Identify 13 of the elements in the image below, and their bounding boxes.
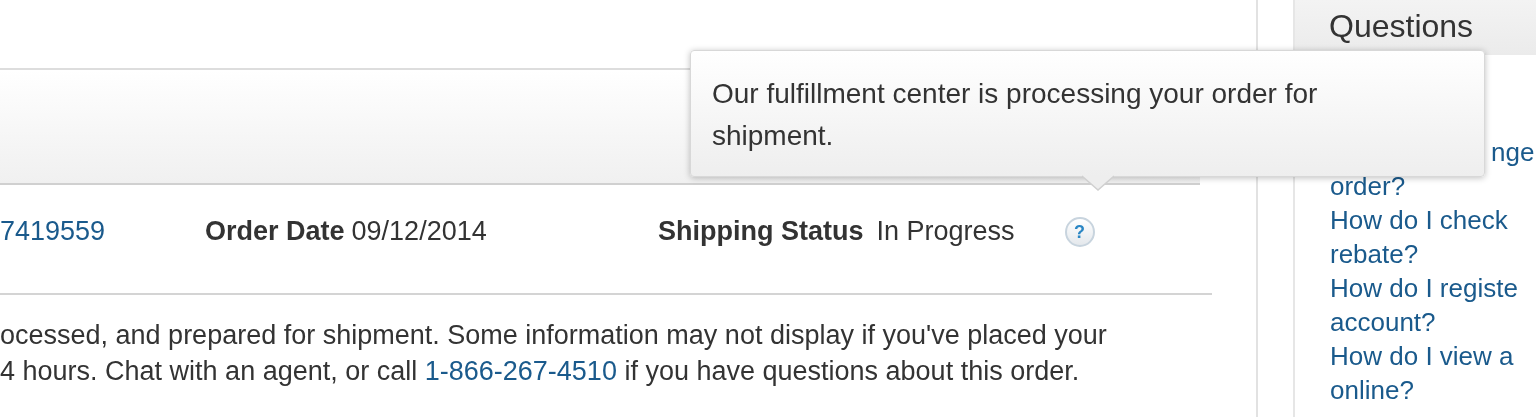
sidebar-title: Questions [1329, 7, 1474, 46]
faq-link[interactable]: How do I registe account? [1330, 271, 1536, 339]
phone-link[interactable]: 1-866-267-4510 [424, 356, 617, 386]
shipping-status: In Progress [876, 215, 1015, 248]
order-date: 09/12/2014 [351, 215, 487, 248]
order-date-label: Order Date [205, 215, 345, 248]
faq-link[interactable]: How do I view a online? [1330, 339, 1536, 407]
order-notice: ocessed, and prepared for shipment. Some information may not display if you've placed your 4 hours. Chat with an agent, or call 1-866-267-4510 if you have questions about this order. [0, 319, 1108, 388]
help-icon[interactable]: ? [1064, 217, 1095, 248]
order-number-link[interactable]: 7419559 [0, 216, 106, 246]
shipping-status-label: Shipping Status [658, 215, 864, 248]
faq-link[interactable]: How do I check rebate? [1330, 203, 1536, 271]
tooltip-text: Our fulfillment center is processing your order for shipment. [712, 77, 1319, 153]
